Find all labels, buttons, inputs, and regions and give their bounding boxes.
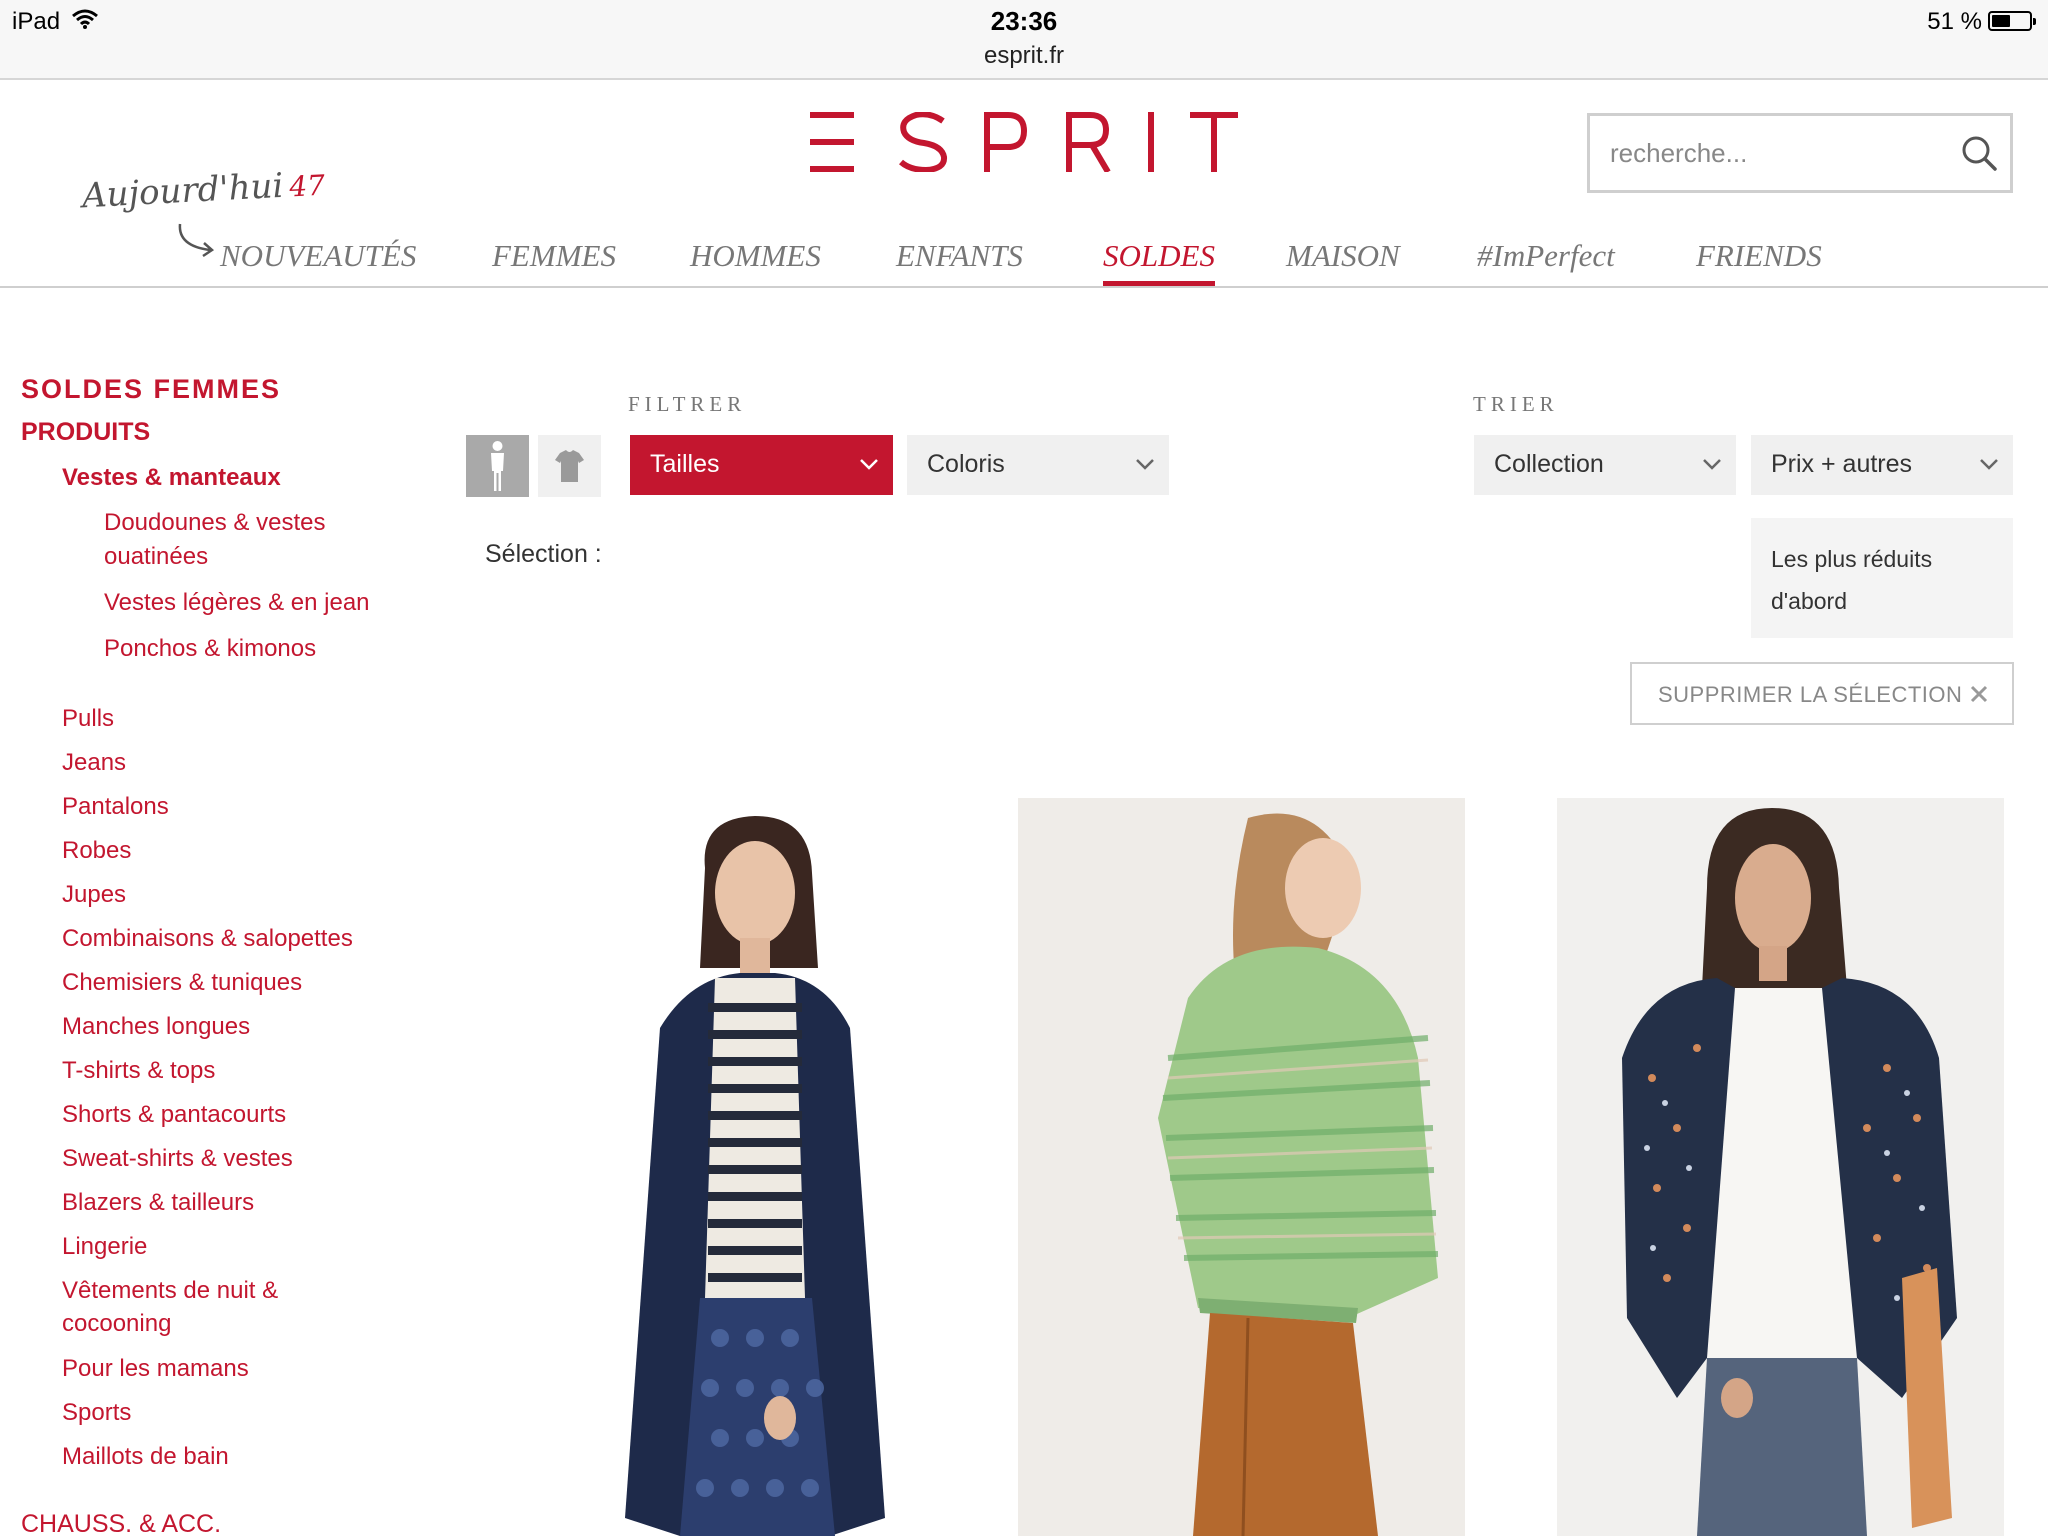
chevron-down-icon — [1703, 459, 1721, 470]
today-count: 47 — [288, 168, 326, 204]
sidebar-section-shoes[interactable]: CHAUSS. & ACC. — [21, 1510, 221, 1536]
product-card[interactable] — [1018, 798, 1465, 1536]
sidebar-item[interactable]: Pantalons — [62, 790, 169, 823]
product-card[interactable] — [540, 798, 988, 1536]
sidebar-item[interactable]: Pour les mamans — [62, 1352, 249, 1385]
chevron-down-icon — [1136, 459, 1154, 470]
esprit-logo[interactable] — [808, 112, 1240, 172]
clear-selection-label: SUPPRIMER LA SÉLECTION — [1658, 682, 1963, 707]
sidebar-item[interactable]: Sports — [62, 1396, 131, 1429]
clear-selection-button[interactable]: SUPPRIMER LA SÉLECTION — [1630, 662, 2014, 725]
sidebar-item[interactable]: Chemisiers & tuniques — [62, 966, 302, 999]
nav-item-femmes[interactable]: FEMMES — [492, 238, 616, 274]
sort-option[interactable]: Les plus réduits d'abord — [1751, 518, 2013, 638]
collection-dropdown[interactable]: Collection — [1474, 435, 1736, 495]
sidebar-subitem[interactable]: Vestes légères & en jean — [104, 586, 404, 620]
sidebar-item[interactable]: Shorts & pantacourts — [62, 1098, 286, 1131]
sidebar-item[interactable]: Combinaisons & salopettes — [62, 922, 353, 955]
product-view-icon — [555, 450, 584, 482]
product-view-toggle[interactable] — [538, 435, 601, 497]
sidebar-item[interactable]: Manches longues — [62, 1010, 250, 1043]
clock: 23:36 — [990, 6, 1058, 36]
nav-item-maison[interactable]: MAISON — [1286, 238, 1400, 274]
sidebar-item[interactable]: Pulls — [62, 702, 114, 735]
model-view-icon — [491, 441, 504, 491]
sidebar-item[interactable]: Blazers & tailleurs — [62, 1186, 254, 1219]
sidebar-item-active[interactable]: Vestes & manteaux — [62, 461, 281, 494]
sidebar-item[interactable]: Maillots de bain — [62, 1440, 229, 1473]
battery-icon — [1988, 11, 2036, 31]
sort-option-label: Les plus réduits d'abord — [1771, 546, 1933, 614]
sidebar-item[interactable]: Lingerie — [62, 1230, 147, 1263]
sidebar-item[interactable]: T-shirts & tops — [62, 1054, 215, 1087]
sidebar-item[interactable]: Jupes — [62, 878, 126, 911]
nav-item-friends[interactable]: FRIENDS — [1696, 238, 1822, 274]
sizes-dropdown[interactable]: Tailles — [630, 435, 893, 495]
search-box — [1587, 113, 2013, 193]
sort-label: TRIER — [1473, 392, 1559, 416]
product-card[interactable] — [1557, 798, 2004, 1536]
model-view-toggle[interactable] — [466, 435, 529, 497]
sidebar-item[interactable]: Sweat-shirts & vestes — [62, 1142, 293, 1175]
product-image[interactable] — [1018, 798, 1465, 1536]
battery-percent: 51 % — [1927, 8, 1982, 35]
sidebar-section-products[interactable]: PRODUITS — [21, 418, 150, 447]
nav-item-enfants[interactable]: ENFANTS — [896, 238, 1023, 274]
close-icon — [1970, 685, 1988, 703]
today-badge: Aujourd'hui 47 — [81, 164, 326, 217]
sidebar-item[interactable]: Jeans — [62, 746, 126, 779]
battery-fill — [1992, 15, 2011, 27]
filter-label: FILTRER — [628, 392, 747, 416]
nav-item-imperfect[interactable]: #ImPerfect — [1477, 238, 1615, 274]
colors-dropdown[interactable]: Coloris — [907, 435, 1169, 495]
nav-item-nouveautes[interactable]: NOUVEAUTÉS — [220, 238, 416, 274]
sidebar-subitem[interactable]: Ponchos & kimonos — [104, 632, 404, 666]
chevron-down-icon — [860, 459, 878, 470]
today-label: Aujourd'hui — [81, 165, 285, 217]
chevron-down-icon — [1980, 459, 1998, 470]
colors-dropdown-label: Coloris — [927, 450, 1005, 478]
address-bar[interactable]: esprit.fr — [0, 42, 2048, 70]
search-icon[interactable] — [1960, 134, 1998, 172]
collection-dropdown-label: Collection — [1494, 450, 1604, 478]
main-nav: NOUVEAUTÉS FEMMES HOMMES ENFANTS SOLDES … — [0, 228, 2048, 288]
sidebar-item[interactable]: Vêtements de nuit & cocooning — [62, 1274, 322, 1340]
sidebar-subitem[interactable]: Doudounes & vestes ouatinées — [104, 506, 404, 574]
product-image[interactable] — [540, 798, 988, 1536]
search-input[interactable] — [1610, 116, 1940, 190]
selection-label: Sélection : — [485, 540, 602, 568]
browser-status-bar: iPad 23:36 esprit.fr 51 % — [0, 0, 2048, 80]
sidebar-title[interactable]: SOLDES FEMMES — [21, 374, 281, 405]
sidebar-item[interactable]: Robes — [62, 834, 131, 867]
price-sort-dropdown[interactable]: Prix + autres — [1751, 435, 2013, 495]
nav-item-soldes[interactable]: SOLDES — [1103, 238, 1215, 286]
price-sort-dropdown-label: Prix + autres — [1771, 450, 1913, 478]
nav-item-hommes[interactable]: HOMMES — [690, 238, 821, 274]
product-image[interactable] — [1557, 798, 2004, 1536]
sizes-dropdown-label: Tailles — [650, 450, 720, 478]
